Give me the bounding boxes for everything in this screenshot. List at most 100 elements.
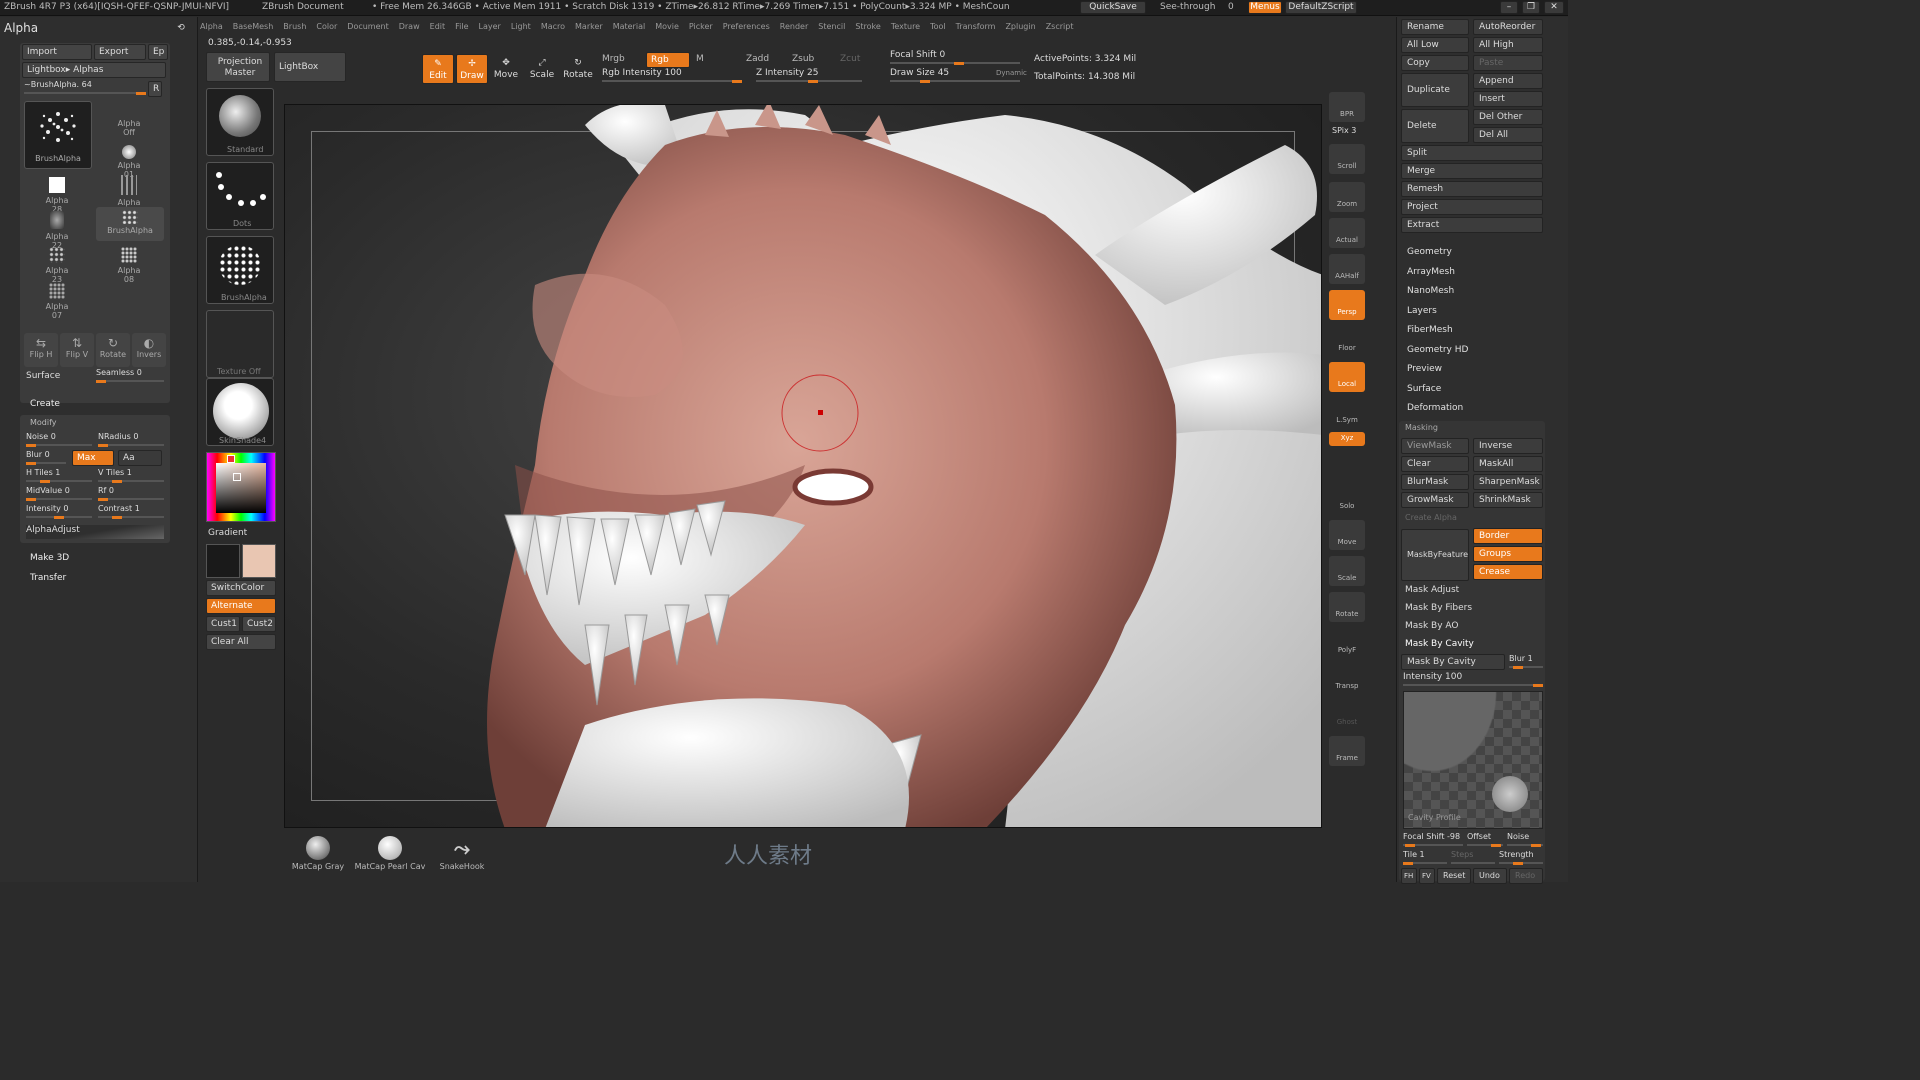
export-button[interactable]: Export <box>94 44 146 60</box>
masking-section[interactable]: Masking <box>1405 423 1438 432</box>
menu-item-file[interactable]: File <box>455 18 468 35</box>
menu-item-light[interactable]: Light <box>511 18 531 35</box>
z-intensity-slider[interactable]: Z Intensity 25 <box>756 68 862 83</box>
matcap-gray-button[interactable]: MatCap Gray <box>288 836 348 871</box>
primary-color-swatch[interactable] <box>206 544 240 578</box>
solo-button[interactable]: Solo <box>1329 484 1365 514</box>
flip-v-button[interactable]: ⇅ Flip V <box>60 333 94 367</box>
mask-adjust-section[interactable]: Mask Adjust <box>1405 585 1459 595</box>
delete-button[interactable]: Delete <box>1401 109 1469 143</box>
ep-button[interactable]: Ep <box>148 44 168 60</box>
extract-section[interactable]: Extract <box>1401 217 1543 233</box>
copy-button[interactable]: Copy <box>1401 55 1469 71</box>
lightbox-button[interactable]: LightBox <box>274 52 346 82</box>
autoreorder-button[interactable]: AutoReorder <box>1473 19 1543 35</box>
mask-by-fibers-section[interactable]: Mask By Fibers <box>1405 603 1472 613</box>
curve-focal-shift-slider[interactable]: Focal Shift -98 <box>1403 832 1463 847</box>
duplicate-button[interactable]: Duplicate <box>1401 73 1469 107</box>
inverse-button[interactable]: Inverse <box>1473 438 1543 454</box>
blurmask-button[interactable]: BlurMask <box>1401 474 1469 490</box>
alpha-item-58[interactable]: Alpha 58 <box>112 175 146 216</box>
bpr-button[interactable]: BPR <box>1329 92 1365 122</box>
geometry-section[interactable]: Geometry <box>1407 247 1452 257</box>
seamless-slider[interactable]: Seamless 0 <box>96 368 164 383</box>
menu-item-zplugin[interactable]: Zplugin <box>1005 18 1035 35</box>
rotate-button[interactable]: ↻ Rotate <box>562 54 594 84</box>
fh-button[interactable]: FH <box>1401 868 1417 884</box>
minimize-icon[interactable]: – <box>1500 1 1518 14</box>
lightbox-alphas-button[interactable]: Lightbox▸ Alphas <box>22 62 166 78</box>
switchcolor-button[interactable]: SwitchColor <box>206 580 276 596</box>
alpha-item-23[interactable]: Alpha 23 <box>40 247 74 284</box>
fibermesh-section[interactable]: FiberMesh <box>1407 325 1453 335</box>
scroll-button[interactable]: Scroll <box>1329 144 1365 174</box>
preview-section[interactable]: Preview <box>1407 364 1442 374</box>
menu-item-document[interactable]: Document <box>347 18 388 35</box>
cavity-intensity-slider[interactable]: Intensity 100 <box>1403 672 1543 687</box>
paste-button[interactable]: Paste <box>1473 55 1543 71</box>
create-section[interactable]: Create <box>30 399 60 409</box>
rotate-alpha-button[interactable]: ↻ Rotate <box>96 333 130 367</box>
cavity-profile-curve[interactable]: Cavity Profile <box>1403 691 1544 830</box>
sharpenmask-button[interactable]: SharpenMask <box>1473 474 1543 490</box>
menu-item-render[interactable]: Render <box>780 18 808 35</box>
mask-by-cavity-section[interactable]: Mask By Cavity <box>1405 639 1474 649</box>
make3d-section[interactable]: Make 3D <box>30 553 69 563</box>
menu-item-basemesh[interactable]: BaseMesh <box>233 18 274 35</box>
vtiles-slider[interactable]: V Tiles 1 <box>98 468 164 483</box>
midvalue-slider[interactable]: MidValue 0 <box>26 486 92 501</box>
rgb-intensity-slider[interactable]: Rgb Intensity 100 <box>602 68 742 83</box>
curve-noise-slider[interactable]: Noise <box>1507 832 1543 847</box>
alpha-item-brushalpha[interactable]: BrushAlpha <box>96 207 164 241</box>
shrinkmask-button[interactable]: ShrinkMask <box>1473 492 1543 508</box>
menu-item-texture[interactable]: Texture <box>891 18 920 35</box>
mrgb-button[interactable]: Mrgb <box>602 54 625 64</box>
groups-toggle[interactable]: Groups <box>1473 546 1543 562</box>
zsub-button[interactable]: Zsub <box>792 54 814 64</box>
all-low-button[interactable]: All Low <box>1401 37 1469 53</box>
scale-view-button[interactable]: Scale <box>1329 556 1365 586</box>
draw-button[interactable]: ✢ Draw <box>456 54 488 84</box>
zoom-button[interactable]: Zoom <box>1329 182 1365 212</box>
actual-button[interactable]: Actual <box>1329 218 1365 248</box>
close-icon[interactable]: ✕ <box>1544 1 1564 14</box>
surface-section[interactable]: Surface <box>1407 384 1441 394</box>
move-view-button[interactable]: Move <box>1329 520 1365 550</box>
frame-button[interactable]: Frame <box>1329 736 1365 766</box>
menu-item-tool[interactable]: Tool <box>930 18 946 35</box>
spix-slider[interactable]: SPix 3 <box>1332 126 1356 135</box>
stroke-thumb[interactable]: Dots <box>206 162 274 230</box>
flip-h-button[interactable]: ⇆ Flip H <box>24 333 58 367</box>
del-other-button[interactable]: Del Other <box>1473 109 1543 125</box>
menu-item-movie[interactable]: Movie <box>655 18 679 35</box>
alpha-item-22[interactable]: Alpha 22 <box>40 211 74 250</box>
zcut-button[interactable]: Zcut <box>840 54 860 64</box>
menu-item-stencil[interactable]: Stencil <box>818 18 845 35</box>
transp-button[interactable]: Transp <box>1329 664 1365 694</box>
seethrough-label[interactable]: See-through <box>1160 2 1215 12</box>
alpha-item-08[interactable]: Alpha 08 <box>112 247 146 284</box>
current-alpha-slider[interactable]: ~BrushAlpha. 64 <box>24 80 146 95</box>
aahalf-button[interactable]: AAHalf <box>1329 254 1365 284</box>
projection-master-button[interactable]: Projection Master <box>206 52 270 82</box>
quicksave-button[interactable]: QuickSave <box>1080 1 1146 14</box>
cust2-button[interactable]: Cust2 <box>242 616 276 632</box>
alpha-item-07[interactable]: Alpha 07 <box>40 283 74 320</box>
floor-button[interactable]: Floor <box>1329 326 1365 356</box>
edit-button[interactable]: ✎ Edit <box>422 54 454 84</box>
redo-button[interactable]: Redo <box>1509 868 1543 884</box>
project-section[interactable]: Project <box>1401 199 1543 215</box>
arraymesh-section[interactable]: ArrayMesh <box>1407 267 1455 277</box>
restore-icon[interactable]: ❐ <box>1522 1 1540 14</box>
cavity-blur-slider[interactable]: Blur 1 <box>1509 654 1543 669</box>
rotate-view-button[interactable]: Rotate <box>1329 592 1365 622</box>
reset-button[interactable]: Reset <box>1437 868 1471 884</box>
menu-item-preferences[interactable]: Preferences <box>723 18 770 35</box>
menu-item-macro[interactable]: Macro <box>541 18 565 35</box>
growmask-button[interactable]: GrowMask <box>1401 492 1469 508</box>
material-thumb[interactable]: SkinShade4 <box>206 378 274 446</box>
panel-pin-icon[interactable]: ⟲ <box>174 21 188 35</box>
menu-item-draw[interactable]: Draw <box>399 18 420 35</box>
intensity-slider[interactable]: Intensity 0 <box>26 504 92 519</box>
blur-slider[interactable]: Blur 0 <box>26 450 66 465</box>
